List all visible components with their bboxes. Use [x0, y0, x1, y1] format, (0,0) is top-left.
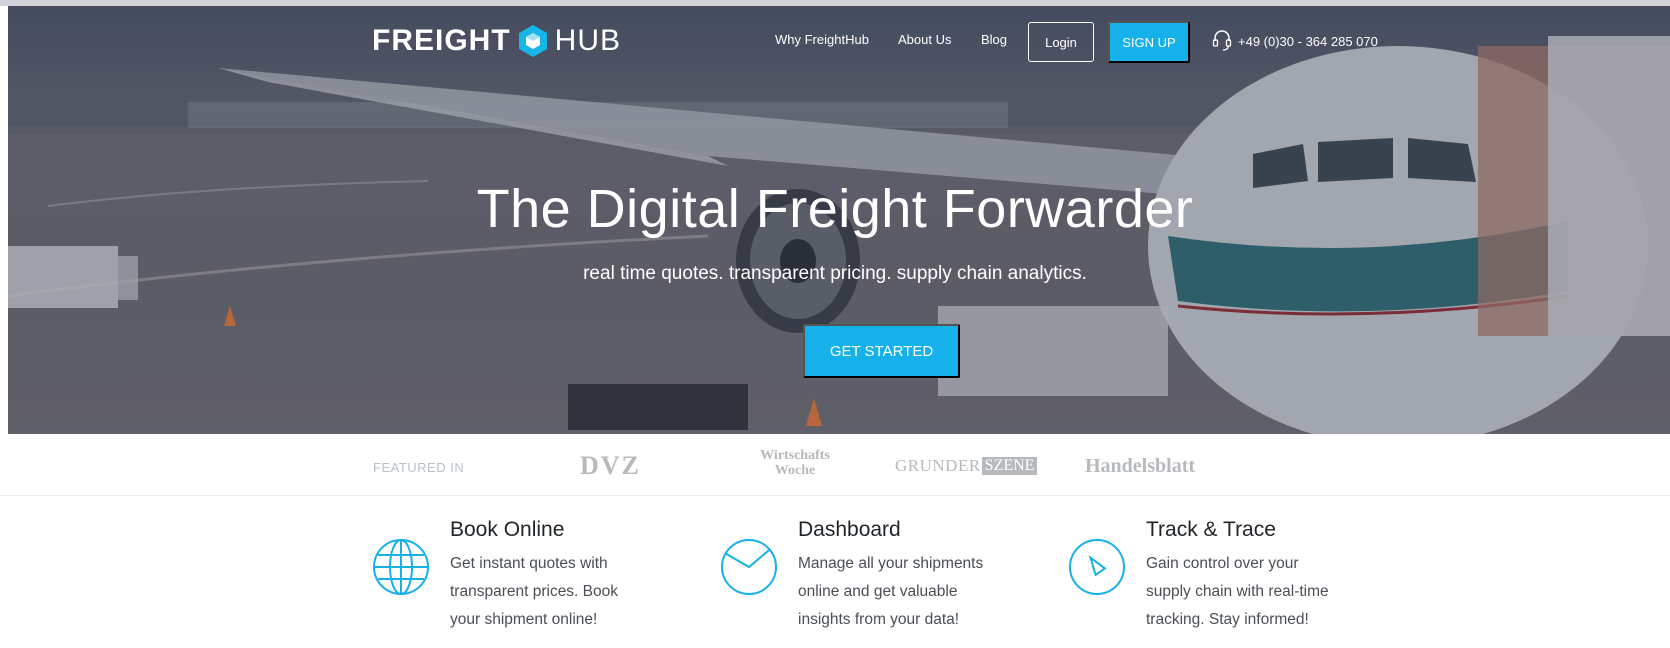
hexagon-cube-icon [518, 25, 547, 57]
featured-in-label: FEATURED IN [373, 460, 465, 475]
nav-about-us[interactable]: About Us [898, 32, 951, 47]
pie-chart-icon [721, 539, 777, 595]
logo-text-hub: HUB [554, 24, 622, 57]
headset-icon [1212, 30, 1232, 51]
logo-text-freight: FREIGHT [372, 24, 511, 57]
login-button[interactable]: Login [1028, 22, 1094, 62]
phone-contact[interactable]: +49 (0)30 - 364 285 070 [1212, 30, 1378, 52]
get-started-button[interactable]: GET STARTED [803, 324, 960, 378]
wiwo-line-2: Woche [774, 463, 816, 478]
globe-icon [373, 539, 429, 595]
gruenderszene-part-2: SZENE [981, 457, 1038, 475]
featured-in-bar: FEATURED IN DVZ Wirtschafts Woche GRUNDE… [0, 434, 1670, 496]
feature-title: Book Online [450, 518, 565, 541]
handelsblatt-logo: Handelsblatt [1085, 455, 1196, 477]
gruenderszene-part-1: GRUNDER [895, 456, 981, 475]
feature-description: Gain control over your supply chain with… [1146, 555, 1329, 628]
wiwo-line-1: Wirtschafts [760, 448, 830, 463]
feature-description: Get instant quotes with transparent pric… [450, 555, 619, 628]
wirtschaftswoche-logo: Wirtschafts Woche [760, 448, 830, 478]
hero-title: The Digital Freight Forwarder [476, 179, 1194, 239]
hero-subtitle: real time quotes. transparent pricing. s… [583, 263, 1087, 284]
dvz-logo: DVZ [580, 451, 641, 480]
freighthub-logo[interactable]: FREIGHT HUB [372, 24, 621, 58]
gruenderszene-logo: GRUNDER SZENE [895, 456, 1038, 476]
phone-number: +49 (0)30 - 364 285 070 [1238, 33, 1378, 49]
nav-why-freighthub[interactable]: Why FreightHub [775, 32, 869, 47]
feature-description: Manage all your shipments online and get… [798, 555, 984, 628]
nav-blog[interactable]: Blog [981, 32, 1007, 47]
compass-icon [1069, 539, 1125, 595]
feature-title: Dashboard [798, 518, 901, 541]
feature-title: Track & Trace [1146, 518, 1276, 541]
signup-button[interactable]: SIGN UP [1108, 21, 1190, 63]
